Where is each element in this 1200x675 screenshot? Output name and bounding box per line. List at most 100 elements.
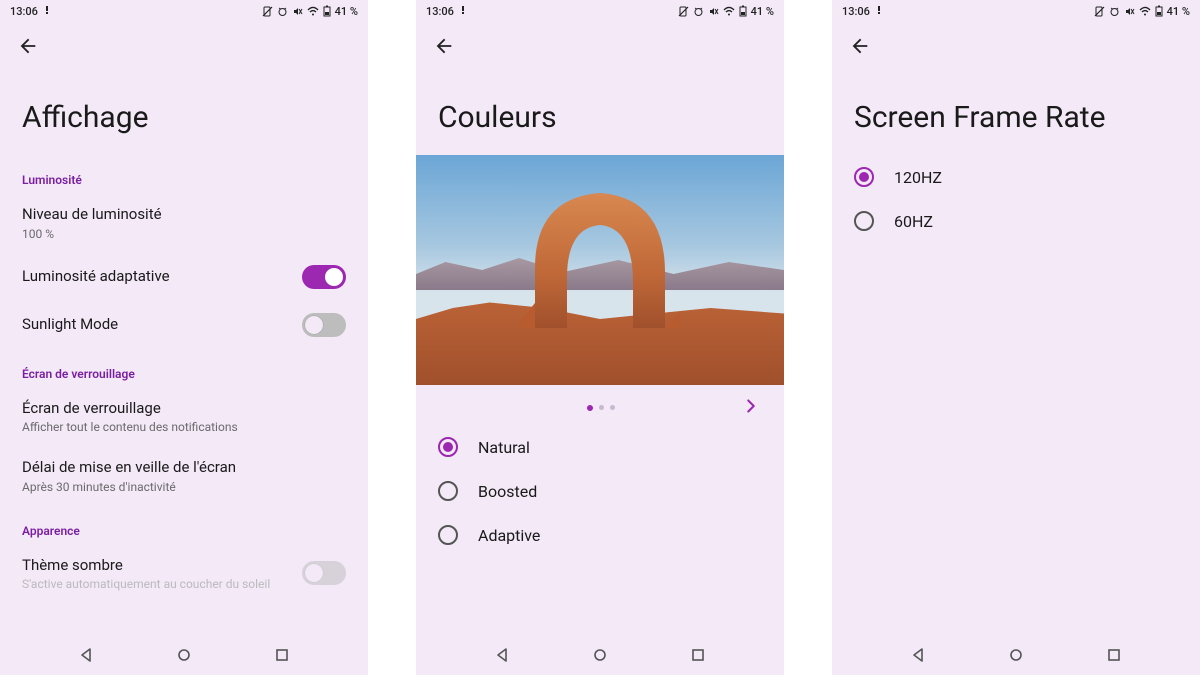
app-bar <box>832 22 1200 70</box>
lockscreen-row[interactable]: Écran de verrouillage Afficher tout le c… <box>0 387 368 447</box>
nav-back-button[interactable] <box>906 643 930 667</box>
nav-recents-button[interactable] <box>270 643 294 667</box>
color-preview-image[interactable] <box>416 155 784 385</box>
color-option-adaptive[interactable]: Adaptive <box>416 513 784 557</box>
page-title: Couleurs <box>416 70 784 155</box>
nav-back-button[interactable] <box>490 643 514 667</box>
status-battery-pct: 41 % <box>751 5 774 18</box>
back-button[interactable] <box>426 28 462 64</box>
mute-icon <box>708 6 719 17</box>
nav-recents-button[interactable] <box>1102 643 1126 667</box>
radio-label: Boosted <box>478 482 537 501</box>
arrow-back-icon <box>433 35 455 57</box>
page-title: Screen Frame Rate <box>832 70 1200 155</box>
status-time: 13:06 <box>426 5 454 18</box>
frame-rate-content: Screen Frame Rate 120HZ 60HZ <box>832 70 1200 635</box>
setting-subtitle: 100 % <box>22 227 346 241</box>
nav-recents-button[interactable] <box>686 643 710 667</box>
pager-dot <box>599 405 604 410</box>
wifi-icon <box>307 6 319 17</box>
nav-home-button[interactable] <box>588 643 612 667</box>
status-battery-pct: 41 % <box>1167 5 1190 18</box>
alarm-icon <box>693 6 704 17</box>
frame-rate-option-120[interactable]: 120HZ <box>832 155 1200 199</box>
frame-rate-option-60[interactable]: 60HZ <box>832 199 1200 243</box>
radio-label: Adaptive <box>478 526 540 545</box>
adaptive-brightness-toggle[interactable] <box>302 265 346 289</box>
status-time: 13:06 <box>842 5 870 18</box>
setting-title: Délai de mise en veille de l'écran <box>22 458 346 478</box>
section-brightness: Luminosité <box>0 155 368 193</box>
no-sim-icon <box>678 6 689 17</box>
setting-title: Thème sombre <box>22 556 302 576</box>
setting-subtitle: Afficher tout le contenu des notificatio… <box>22 420 346 434</box>
battery-icon <box>323 5 331 17</box>
setting-title: Écran de verrouillage <box>22 399 346 419</box>
radio-icon <box>854 211 874 231</box>
phone-couleurs: 13:06 41 % Couleurs <box>416 0 784 675</box>
nav-bar <box>416 635 784 675</box>
phone-affichage: 13:06 41 % Affichage Luminosité Niveau d… <box>0 0 368 675</box>
nav-home-button[interactable] <box>172 643 196 667</box>
alarm-icon <box>1109 6 1120 17</box>
pager-next-button[interactable] <box>740 395 762 421</box>
pager-row <box>416 385 784 425</box>
arrow-back-icon <box>17 35 39 57</box>
setting-title: Sunlight Mode <box>22 315 302 335</box>
priority-icon <box>458 5 468 18</box>
arrow-back-icon <box>849 35 871 57</box>
radio-icon <box>854 167 874 187</box>
app-bar <box>0 22 368 70</box>
priority-icon <box>42 5 52 18</box>
adaptive-brightness-row[interactable]: Luminosité adaptative <box>0 253 368 301</box>
dark-theme-row[interactable]: Thème sombre S'active automatiquement au… <box>0 544 368 598</box>
nav-home-button[interactable] <box>1004 643 1028 667</box>
battery-icon <box>739 5 747 17</box>
priority-icon <box>874 5 884 18</box>
section-lockscreen: Écran de verrouillage <box>0 349 368 387</box>
back-button[interactable] <box>842 28 878 64</box>
sunlight-mode-toggle[interactable] <box>302 313 346 337</box>
status-battery-pct: 41 % <box>335 5 358 18</box>
section-appearance: Apparence <box>0 506 368 544</box>
radio-icon <box>438 525 458 545</box>
color-option-boosted[interactable]: Boosted <box>416 469 784 513</box>
app-bar <box>416 22 784 70</box>
brightness-level-row[interactable]: Niveau de luminosité 100 % <box>0 193 368 253</box>
mute-icon <box>1124 6 1135 17</box>
battery-icon <box>1155 5 1163 17</box>
setting-title: Niveau de luminosité <box>22 205 346 225</box>
arch-illustration <box>515 173 685 328</box>
pager-dot <box>587 405 593 411</box>
couleurs-content: Couleurs <box>416 70 784 635</box>
color-option-natural[interactable]: Natural <box>416 425 784 469</box>
page-title: Affichage <box>0 70 368 155</box>
radio-label: Natural <box>478 438 530 457</box>
chevron-right-icon <box>740 395 762 417</box>
dark-theme-toggle[interactable] <box>302 561 346 585</box>
nav-bar <box>0 635 368 675</box>
mute-icon <box>292 6 303 17</box>
pager-dot <box>610 405 615 410</box>
status-bar: 13:06 41 % <box>0 0 368 22</box>
sleep-timeout-row[interactable]: Délai de mise en veille de l'écran Après… <box>0 446 368 506</box>
setting-title: Luminosité adaptative <box>22 267 302 287</box>
phone-frame-rate: 13:06 41 % Screen Frame Rate 120HZ 60HZ <box>832 0 1200 675</box>
setting-subtitle: S'active automatiquement au coucher du s… <box>22 577 302 591</box>
nav-bar <box>832 635 1200 675</box>
radio-icon <box>438 437 458 457</box>
status-time: 13:06 <box>10 5 38 18</box>
settings-list[interactable]: Affichage Luminosité Niveau de luminosit… <box>0 70 368 635</box>
status-bar: 13:06 41 % <box>832 0 1200 22</box>
back-button[interactable] <box>10 28 46 64</box>
alarm-icon <box>277 6 288 17</box>
wifi-icon <box>1139 6 1151 17</box>
sunlight-mode-row[interactable]: Sunlight Mode <box>0 301 368 349</box>
no-sim-icon <box>1094 6 1105 17</box>
setting-subtitle: Après 30 minutes d'inactivité <box>22 480 346 494</box>
radio-label: 120HZ <box>894 168 942 187</box>
status-bar: 13:06 41 % <box>416 0 784 22</box>
radio-icon <box>438 481 458 501</box>
no-sim-icon <box>262 6 273 17</box>
nav-back-button[interactable] <box>74 643 98 667</box>
